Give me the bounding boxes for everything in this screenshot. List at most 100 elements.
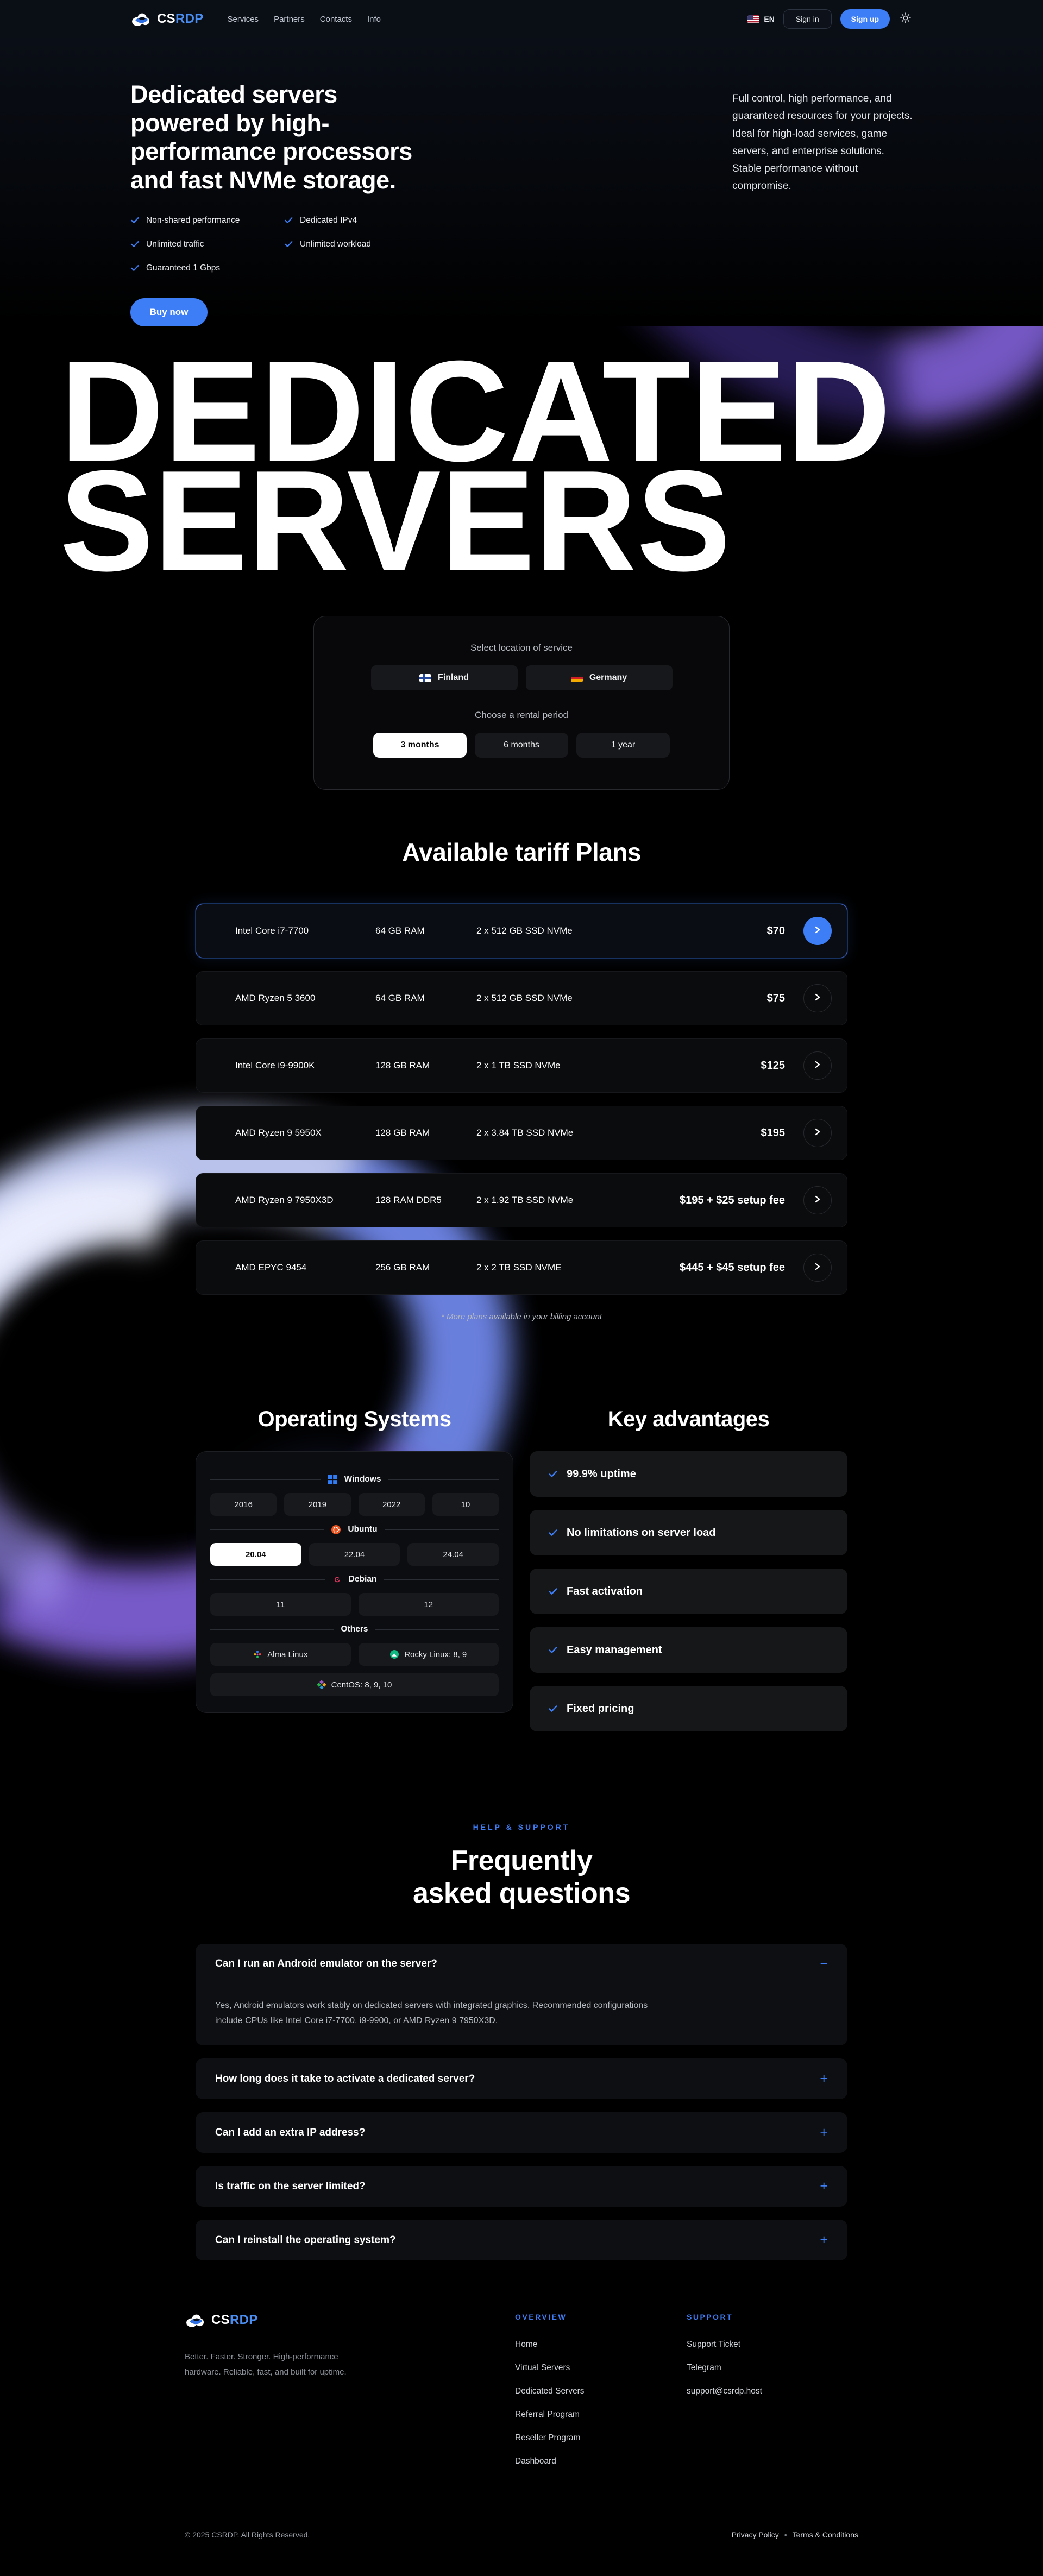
plan-ram: 64 GB RAM bbox=[375, 993, 476, 1004]
footer-link-virtual-servers[interactable]: Virtual Servers bbox=[515, 2363, 687, 2373]
rocky-linux-icon bbox=[390, 1650, 399, 1659]
os-group-header-debian: Debian bbox=[210, 1574, 499, 1584]
os-option-ubuntu-22-04[interactable]: 22.04 bbox=[309, 1543, 400, 1566]
theme-toggle-button[interactable] bbox=[899, 12, 913, 26]
plan-row-amd-ryzen-5-3600[interactable]: AMD Ryzen 5 3600 64 GB RAM 2 x 512 GB SS… bbox=[196, 971, 847, 1025]
plan-ram: 64 GB RAM bbox=[375, 925, 476, 936]
os-option-others-rocky-linux-8-9[interactable]: Rocky Linux: 8, 9 bbox=[359, 1643, 499, 1666]
nav-link-contacts[interactable]: Contacts bbox=[320, 15, 352, 24]
plan-cpu: AMD Ryzen 5 3600 bbox=[235, 993, 375, 1004]
os-option-debian-12[interactable]: 12 bbox=[359, 1593, 499, 1616]
os-option-windows-2016[interactable]: 2016 bbox=[210, 1493, 277, 1516]
check-icon bbox=[548, 1645, 558, 1655]
faq-question[interactable]: Is traffic on the server limited? + bbox=[196, 2166, 847, 2207]
faq-question[interactable]: How long does it take to activate a dedi… bbox=[196, 2058, 847, 2099]
nav-link-info[interactable]: Info bbox=[367, 15, 381, 24]
faq-question[interactable]: Can I add an extra IP address? + bbox=[196, 2112, 847, 2153]
plan-row-amd-epyc-9454[interactable]: AMD EPYC 9454 256 GB RAM 2 x 2 TB SSD NV… bbox=[196, 1240, 847, 1295]
buy-now-button[interactable]: Buy now bbox=[130, 298, 208, 326]
nav-link-services[interactable]: Services bbox=[228, 15, 259, 24]
check-icon bbox=[548, 1528, 558, 1538]
plan-order-button[interactable] bbox=[803, 917, 832, 945]
os-option-ubuntu-24-04[interactable]: 24.04 bbox=[407, 1543, 499, 1566]
minus-icon[interactable]: − bbox=[820, 1957, 828, 1971]
footer-link-referral-program[interactable]: Referral Program bbox=[515, 2410, 687, 2420]
plus-icon[interactable]: + bbox=[820, 2180, 828, 2193]
brand-logo[interactable]: CSRDP bbox=[130, 11, 204, 27]
legal-link-privacy-policy[interactable]: Privacy Policy bbox=[732, 2530, 779, 2539]
os-option-windows-2019[interactable]: 2019 bbox=[284, 1493, 350, 1516]
faq-eyebrow: HELP & SUPPORT bbox=[0, 1823, 1043, 1831]
os-option-debian-11[interactable]: 11 bbox=[210, 1593, 351, 1616]
language-selector[interactable]: EN bbox=[747, 15, 774, 23]
period-button-6-months[interactable]: 6 months bbox=[475, 733, 568, 758]
faq-answer: Yes, Android emulators work stably on de… bbox=[196, 1985, 695, 2046]
plan-price: $195 bbox=[761, 1127, 786, 1139]
faq-question[interactable]: Can I run an Android emulator on the ser… bbox=[196, 1944, 847, 1985]
location-label: Select location of service bbox=[314, 643, 729, 653]
windows-icon bbox=[328, 1475, 337, 1484]
hero-feature-list: Non-shared performanceDedicated IPv4Unli… bbox=[130, 216, 467, 273]
alma-linux-icon bbox=[253, 1650, 262, 1659]
location-button-finland[interactable]: Finland bbox=[371, 665, 518, 690]
footer-link-columns: OVERVIEWHomeVirtual ServersDedicated Ser… bbox=[515, 2313, 858, 2480]
plan-storage: 2 x 512 GB SSD NVMe bbox=[476, 993, 767, 1004]
os-option-label: Alma Linux bbox=[267, 1650, 307, 1659]
plan-row-amd-ryzen-9-5950x[interactable]: AMD Ryzen 9 5950X 128 GB RAM 2 x 3.84 TB… bbox=[196, 1106, 847, 1160]
plus-icon[interactable]: + bbox=[820, 2072, 828, 2086]
footer-link-support-csrdp-host[interactable]: support@csrdp.host bbox=[687, 2386, 858, 2396]
location-button-germany[interactable]: Germany bbox=[526, 665, 673, 690]
faq-question[interactable]: Can I reinstall the operating system? + bbox=[196, 2220, 847, 2260]
feature-unlimited-traffic: Unlimited traffic bbox=[130, 240, 284, 249]
sun-icon bbox=[900, 12, 911, 26]
plan-order-button[interactable] bbox=[803, 1051, 832, 1080]
finland-flag-icon bbox=[419, 674, 431, 682]
location-options: Finland Germany bbox=[314, 665, 729, 690]
sign-in-button[interactable]: Sign in bbox=[783, 9, 832, 29]
plan-row-amd-ryzen-9-7950x3d[interactable]: AMD Ryzen 9 7950X3D 128 RAM DDR5 2 x 1.9… bbox=[196, 1173, 847, 1227]
plan-order-button[interactable] bbox=[803, 1186, 832, 1214]
footer-column-overview: OVERVIEWHomeVirtual ServersDedicated Ser… bbox=[515, 2313, 687, 2480]
plan-row-intel-core-i9-9900k[interactable]: Intel Core i9-9900K 128 GB RAM 2 x 1 TB … bbox=[196, 1038, 847, 1093]
check-icon bbox=[130, 263, 140, 273]
debian-icon bbox=[332, 1575, 342, 1584]
footer-link-support-ticket[interactable]: Support Ticket bbox=[687, 2340, 858, 2350]
os-group-header-ubuntu: Ubuntu bbox=[210, 1525, 499, 1534]
os-option-windows-2022[interactable]: 2022 bbox=[359, 1493, 425, 1516]
footer-link-reseller-program[interactable]: Reseller Program bbox=[515, 2433, 687, 2443]
nav-link-partners[interactable]: Partners bbox=[274, 15, 305, 24]
plan-row-intel-core-i7-7700[interactable]: Intel Core i7-7700 64 GB RAM 2 x 512 GB … bbox=[196, 904, 847, 958]
plus-icon[interactable]: + bbox=[820, 2233, 828, 2247]
footer-column-support: SUPPORTSupport TicketTelegramsupport@csr… bbox=[687, 2313, 858, 2480]
footer-link-home[interactable]: Home bbox=[515, 2340, 687, 2350]
footer-link-dedicated-servers[interactable]: Dedicated Servers bbox=[515, 2386, 687, 2396]
period-button-1-year[interactable]: 1 year bbox=[576, 733, 670, 758]
advantages-list: 99.9% uptimeNo limitations on server loa… bbox=[530, 1451, 847, 1731]
faq-item-can-i-reinstall-the-operating-system: Can I reinstall the operating system? + bbox=[196, 2220, 847, 2260]
legal-link-terms-conditions[interactable]: Terms & Conditions bbox=[793, 2530, 858, 2539]
sign-up-button[interactable]: Sign up bbox=[840, 9, 890, 29]
os-option-others-alma-linux[interactable]: Alma Linux bbox=[210, 1643, 351, 1666]
advantage-label: Fixed pricing bbox=[567, 1703, 634, 1715]
os-option-windows-10[interactable]: 10 bbox=[432, 1493, 499, 1516]
os-option-label: 20.04 bbox=[246, 1550, 266, 1559]
feature-guaranteed-1-gbps: Guaranteed 1 Gbps bbox=[130, 263, 284, 273]
chevron-right-icon bbox=[815, 1128, 820, 1138]
footer-link-telegram[interactable]: Telegram bbox=[687, 2363, 858, 2373]
check-icon bbox=[548, 1704, 558, 1714]
footer-logo[interactable]: CSRDP bbox=[185, 2313, 515, 2328]
plan-order-button[interactable] bbox=[803, 984, 832, 1012]
plan-order-button[interactable] bbox=[803, 1254, 832, 1282]
period-button-3-months[interactable]: 3 months bbox=[373, 733, 467, 758]
ubuntu-icon bbox=[331, 1525, 341, 1534]
footer-link-dashboard[interactable]: Dashboard bbox=[515, 2457, 687, 2466]
os-option-ubuntu-20-04[interactable]: 20.04 bbox=[210, 1543, 301, 1566]
plan-ram: 128 GB RAM bbox=[375, 1128, 476, 1138]
plan-order-button[interactable] bbox=[803, 1119, 832, 1147]
top-navigation: CSRDP Services Partners Contacts Info EN Si… bbox=[0, 0, 1043, 38]
os-panel: Windows 20162019202210 Ubuntu 20.0422.04… bbox=[196, 1451, 513, 1713]
plus-icon[interactable]: + bbox=[820, 2126, 828, 2139]
cloud-logo-icon bbox=[185, 2313, 206, 2328]
os-option-others-centos-8-9-10[interactable]: CentOS: 8, 9, 10 bbox=[210, 1673, 499, 1696]
plan-cpu: Intel Core i9-9900K bbox=[235, 1060, 375, 1071]
